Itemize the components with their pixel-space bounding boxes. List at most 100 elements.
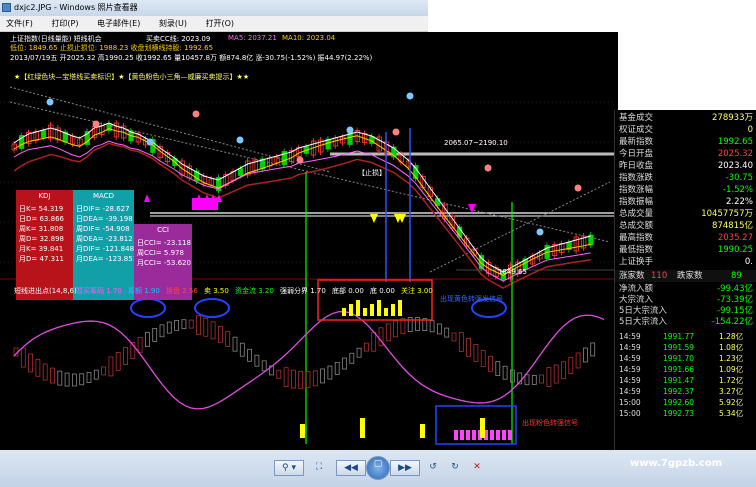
histogram-bar <box>356 347 362 358</box>
highlight-ellipse <box>194 298 230 318</box>
tick-row: 14:59 1991.77 1.28亿 <box>615 331 756 342</box>
histogram-bar <box>152 327 158 342</box>
quote-value: 0 <box>747 125 753 135</box>
tick-cell: 1991.66 <box>663 365 695 374</box>
slideshow-button[interactable]: ▢ <box>366 456 390 480</box>
next-button[interactable]: ▶▶ <box>390 460 420 476</box>
yellow-volume-bar <box>420 424 425 438</box>
yellow-volume-bar <box>300 424 305 438</box>
menu-file[interactable]: 文件(F) <box>6 19 33 28</box>
histogram-bar <box>568 357 574 375</box>
fit-window-icon[interactable]: ⛶ <box>308 460 330 476</box>
tick-cell: 1.09亿 <box>719 365 744 374</box>
menu-open[interactable]: 打开(O) <box>206 19 235 28</box>
histogram-bar <box>575 352 581 369</box>
candle-body <box>40 130 47 138</box>
menu-burn[interactable]: 刻录(U) <box>159 19 187 28</box>
histogram-bar <box>385 323 391 342</box>
quote-value: 278933万 <box>712 113 753 123</box>
delete-icon[interactable]: ✕ <box>468 460 486 476</box>
quote-label: 总成交额 <box>619 221 654 231</box>
tick-cell: 3.27亿 <box>719 387 744 396</box>
quote-panel: 基金成交 278933万 权证成交 0 最新指数 1992.65 今日开盘 2025.32 昨日… <box>614 110 756 450</box>
rotate-left-icon[interactable]: ↺ <box>424 460 442 476</box>
histogram-bar <box>72 373 77 387</box>
yellow-volume-bar <box>398 300 402 316</box>
previous-button[interactable]: ◀◀ <box>336 460 366 476</box>
quote-label: 指数涨幅 <box>619 185 654 195</box>
rotate-right-icon[interactable]: ↻ <box>446 460 464 476</box>
histogram-bar <box>400 318 406 335</box>
histogram-bar <box>363 342 369 352</box>
magenta-block <box>192 198 218 210</box>
tick-cell: 1991.47 <box>663 376 695 385</box>
histogram-bar <box>502 365 508 380</box>
pink-volume-bar <box>454 430 458 440</box>
quote-row: 基金成交 278933万 <box>615 112 756 124</box>
tick-cell: 14:59 <box>619 365 641 374</box>
tick-cell: 14:59 <box>619 343 641 352</box>
quote-value: -30.75 <box>725 173 753 183</box>
indicator-value-6: 底部 0.00 <box>332 287 364 295</box>
tick-row: 14:59 1991.70 1.23亿 <box>615 353 756 364</box>
tick-cell: 14:59 <box>619 332 641 341</box>
ma10-label: MA10: 2023.04 <box>282 34 336 42</box>
yellow-volume-bar <box>384 308 388 316</box>
histogram-bar <box>144 332 150 348</box>
histogram-bar <box>210 321 216 340</box>
pink-volume-bar <box>502 430 506 440</box>
histogram-bar <box>334 361 340 375</box>
histogram-bar <box>480 350 486 367</box>
menu-print[interactable]: 打印(P) <box>51 19 78 28</box>
window-title: dxjc2.JPG - Windows 照片查看器 <box>14 3 138 12</box>
signal-dot <box>484 164 492 172</box>
quote-label: 最低指数 <box>619 245 654 255</box>
oscillator-curve <box>13 310 605 410</box>
kdj-line: 月D= 47.311 <box>19 255 64 263</box>
signal-dot <box>536 228 544 236</box>
macd-line: 月DEA= -123.851 <box>76 255 138 263</box>
indicator-value-1: 筹额 1.90 <box>128 287 160 295</box>
quote-row: 上证换手 0. <box>615 256 756 268</box>
histogram-bar <box>524 374 530 386</box>
histogram-bar <box>93 369 99 380</box>
menu-email[interactable]: 电子邮件(E) <box>97 19 140 28</box>
histogram-bar <box>203 317 209 337</box>
histogram-bar <box>28 353 34 373</box>
zoom-button[interactable]: ⚲ ▾ <box>274 460 304 476</box>
menu-bar: 文件(F) 打印(P) 电子邮件(E) 刻录(U) 打开(O) <box>0 16 428 32</box>
histogram-bar <box>444 327 450 338</box>
yellow-volume-bar <box>349 304 353 316</box>
histogram-bar <box>561 361 566 380</box>
quote-label: 基金成交 <box>619 113 654 123</box>
histogram-bar <box>232 336 238 352</box>
histogram-bar <box>254 354 260 367</box>
quote-row: 最高指数 2035.27 <box>615 232 756 244</box>
histogram-bar <box>466 337 472 357</box>
macd-title: MACD <box>93 192 114 200</box>
tick-row: 15:00 1992.73 5.34亿 <box>615 408 756 419</box>
histogram-bar <box>217 325 223 343</box>
quote-row: 指数涨跌 -30.75 <box>615 172 756 184</box>
quote-value: 2025.32 <box>717 149 753 159</box>
histogram-bar <box>108 356 114 377</box>
signal-dot <box>192 110 200 118</box>
indicator-value-0: 暂买筹码 1.70 <box>76 287 122 295</box>
quote-row: 最低指数 1990.25 <box>615 244 756 256</box>
histogram-bar <box>320 368 326 384</box>
kdj-line: 周K= 31.808 <box>19 225 64 233</box>
cci-line: 月CCI= -53.620 <box>137 259 191 267</box>
quote-value: 1990.25 <box>717 245 753 255</box>
tick-cell: 1992.60 <box>663 398 695 407</box>
histogram-bar <box>436 323 442 335</box>
histogram-bar <box>583 347 588 363</box>
histogram-bar <box>371 331 377 352</box>
yellow-volume-bar <box>377 300 381 316</box>
yellow-volume-bar <box>342 308 346 316</box>
pink-volume-bar <box>490 430 494 440</box>
tick-cell: 14:59 <box>619 387 641 396</box>
tick-cell: 5.92亿 <box>719 398 744 407</box>
pink-volume-bar <box>496 430 500 440</box>
quote-row: 指数振幅 2.22% <box>615 196 756 208</box>
histogram-bar <box>298 371 304 389</box>
